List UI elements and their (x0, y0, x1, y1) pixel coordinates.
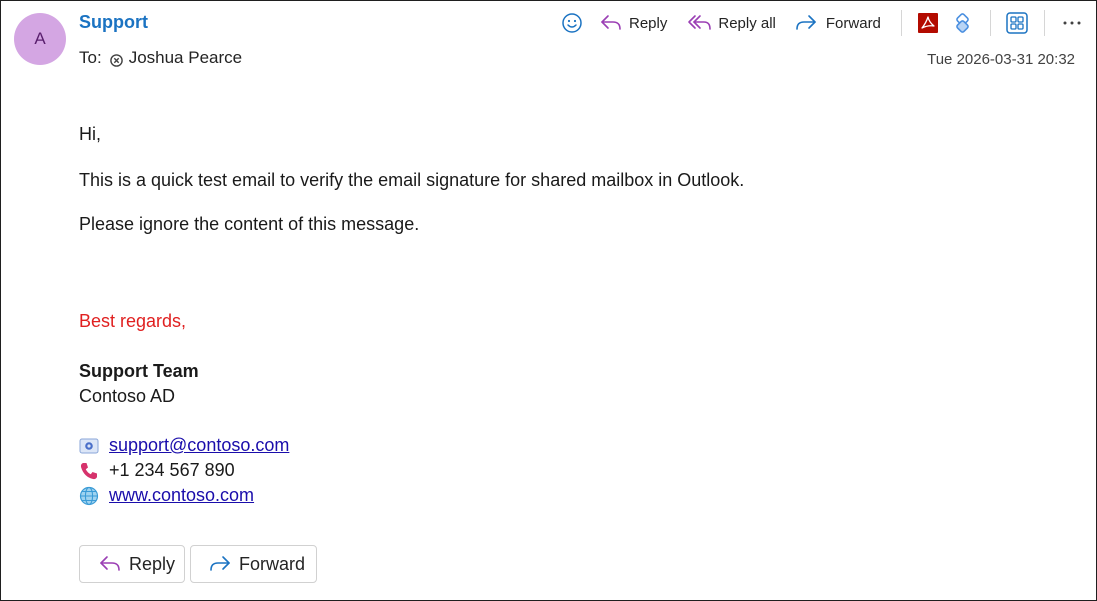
globe-icon (79, 486, 101, 506)
message-pane: A Support To: Joshua Pearce Reply Reply … (0, 0, 1097, 601)
recipient-status-icon (109, 52, 123, 67)
sender-avatar[interactable]: A (14, 13, 66, 65)
forward-icon (794, 13, 818, 33)
body-line-1: This is a quick test email to verify the… (79, 170, 745, 190)
reply-icon (98, 554, 122, 574)
reply-button[interactable]: Reply (79, 545, 185, 583)
recipient-name[interactable]: Joshua Pearce (129, 48, 242, 68)
toolbar-divider (1043, 10, 1045, 36)
emoji-icon (561, 12, 583, 34)
recipient-line: To: Joshua Pearce (79, 48, 242, 68)
sender-name[interactable]: Support (79, 12, 148, 33)
signature-website-row: www.contoso.com (79, 485, 254, 506)
toolbar-reply-all-label: Reply all (718, 14, 776, 32)
loop-button[interactable] (952, 9, 974, 37)
forward-icon (208, 554, 232, 574)
signature-name: Support Team (79, 361, 199, 381)
signature-phone: +1 234 567 890 (109, 460, 235, 480)
more-icon (1062, 20, 1082, 26)
avatar-initial: A (34, 29, 46, 48)
more-actions-button[interactable] (1062, 9, 1082, 37)
loop-icon (952, 12, 974, 34)
toolbar-reply-label: Reply (629, 14, 668, 32)
forward-button[interactable]: Forward (190, 545, 317, 583)
to-label: To: (79, 48, 102, 67)
message-toolbar: Reply Reply all Forward (561, 9, 1082, 37)
signature-closing: Best regards, (79, 311, 187, 331)
toolbar-forward-button[interactable]: Forward (794, 9, 881, 37)
signature-phone-row: +1 234 567 890 (79, 460, 235, 481)
forward-button-label: Forward (239, 553, 306, 574)
signature-company: Contoso AD (79, 386, 176, 406)
reply-icon (599, 13, 623, 33)
toolbar-forward-label: Forward (825, 14, 881, 32)
apps-icon (1006, 12, 1028, 34)
pdf-icon (917, 13, 938, 33)
toolbar-reply-all-button[interactable]: Reply all (687, 9, 776, 37)
email-icon (79, 436, 101, 456)
body-greeting: Hi, (79, 124, 101, 144)
phone-icon (79, 461, 101, 481)
toolbar-divider (900, 10, 902, 36)
reply-button-label: Reply (129, 553, 176, 574)
signature-website-link[interactable]: www.contoso.com (109, 485, 254, 506)
body-line-2: Please ignore the content of this messag… (79, 214, 420, 234)
toolbar-divider (989, 10, 991, 36)
apps-button[interactable] (1006, 9, 1028, 37)
reply-all-icon (687, 13, 713, 33)
pdf-button[interactable] (917, 9, 938, 37)
toolbar-reply-button[interactable]: Reply (599, 9, 667, 37)
signature-email-link[interactable]: support@contoso.com (109, 435, 289, 456)
signature-email-row: support@contoso.com (79, 435, 289, 456)
message-timestamp: Tue 2026-03-31 20:32 (927, 51, 1075, 68)
emoji-reaction-button[interactable] (561, 9, 585, 37)
